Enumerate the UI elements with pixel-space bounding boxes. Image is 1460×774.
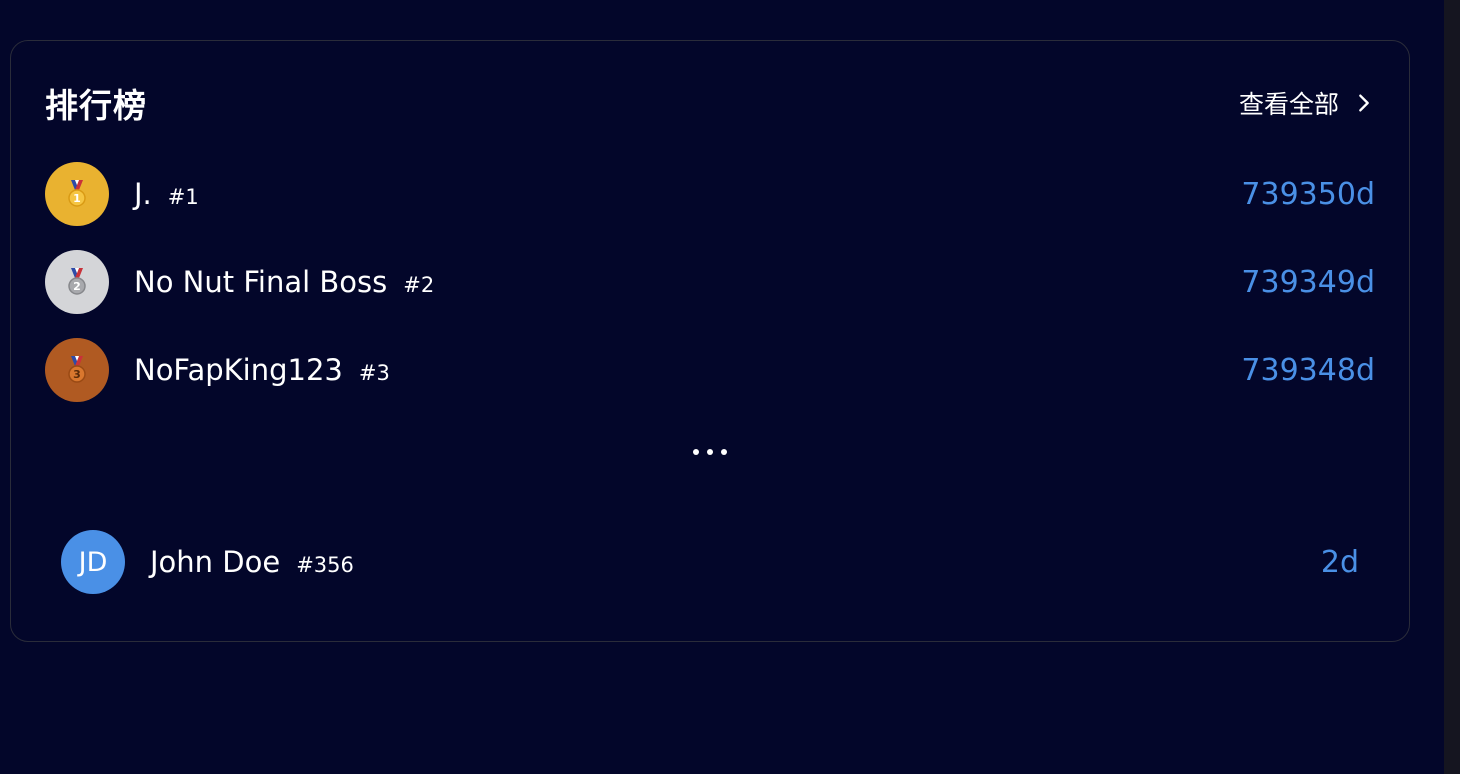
silver-medal-icon: 2: [68, 268, 86, 295]
leaderboard-header: 排行榜 查看全部: [45, 81, 1375, 125]
view-all-link[interactable]: 查看全部: [1239, 85, 1375, 121]
leaderboard-row[interactable]: 3 NoFapKing123 #3 739348d: [45, 338, 1375, 402]
player-score: 739348d: [1241, 352, 1375, 388]
leaderboard-card: 排行榜 查看全部 1 J. #1 739350d 2 No Nut Final …: [10, 40, 1410, 642]
current-user-name: John Doe: [150, 545, 281, 579]
leaderboard-title: 排行榜: [45, 86, 147, 125]
player-score: 739350d: [1241, 176, 1375, 212]
avatar: JD: [61, 530, 125, 594]
view-all-label: 查看全部: [1238, 90, 1339, 119]
player-name: J.: [134, 177, 152, 211]
medal-number: 2: [73, 280, 81, 293]
leaderboard-row[interactable]: 2 No Nut Final Boss #2 739349d: [45, 250, 1375, 314]
player-rank: #2: [403, 273, 435, 297]
page: 排行榜 查看全部 1 J. #1 739350d 2 No Nut Final …: [0, 0, 1460, 774]
player-name: NoFapKing123: [134, 353, 343, 387]
avatar-initials: JD: [78, 546, 108, 578]
leaderboard-row[interactable]: 1 J. #1 739350d: [45, 162, 1375, 226]
medal-number: 3: [73, 368, 81, 381]
medal-number: 1: [73, 192, 81, 205]
player-name: No Nut Final Boss: [134, 265, 388, 299]
chevron-right-icon: [1359, 94, 1369, 112]
current-user-rank: #356: [296, 553, 354, 577]
gold-medal-avatar: 1: [45, 162, 109, 226]
more-ellipsis-icon: [11, 449, 1409, 455]
bronze-medal-avatar: 3: [45, 338, 109, 402]
bronze-medal-icon: 3: [68, 356, 86, 383]
player-rank: #3: [358, 361, 390, 385]
scrollbar-gutter[interactable]: [1444, 0, 1460, 774]
player-rank: #1: [167, 185, 199, 209]
player-score: 739349d: [1241, 264, 1375, 300]
gold-medal-icon: 1: [68, 180, 86, 207]
silver-medal-avatar: 2: [45, 250, 109, 314]
current-user-row[interactable]: JD John Doe #356 2d: [61, 530, 1359, 594]
current-user-score: 2d: [1320, 544, 1359, 580]
